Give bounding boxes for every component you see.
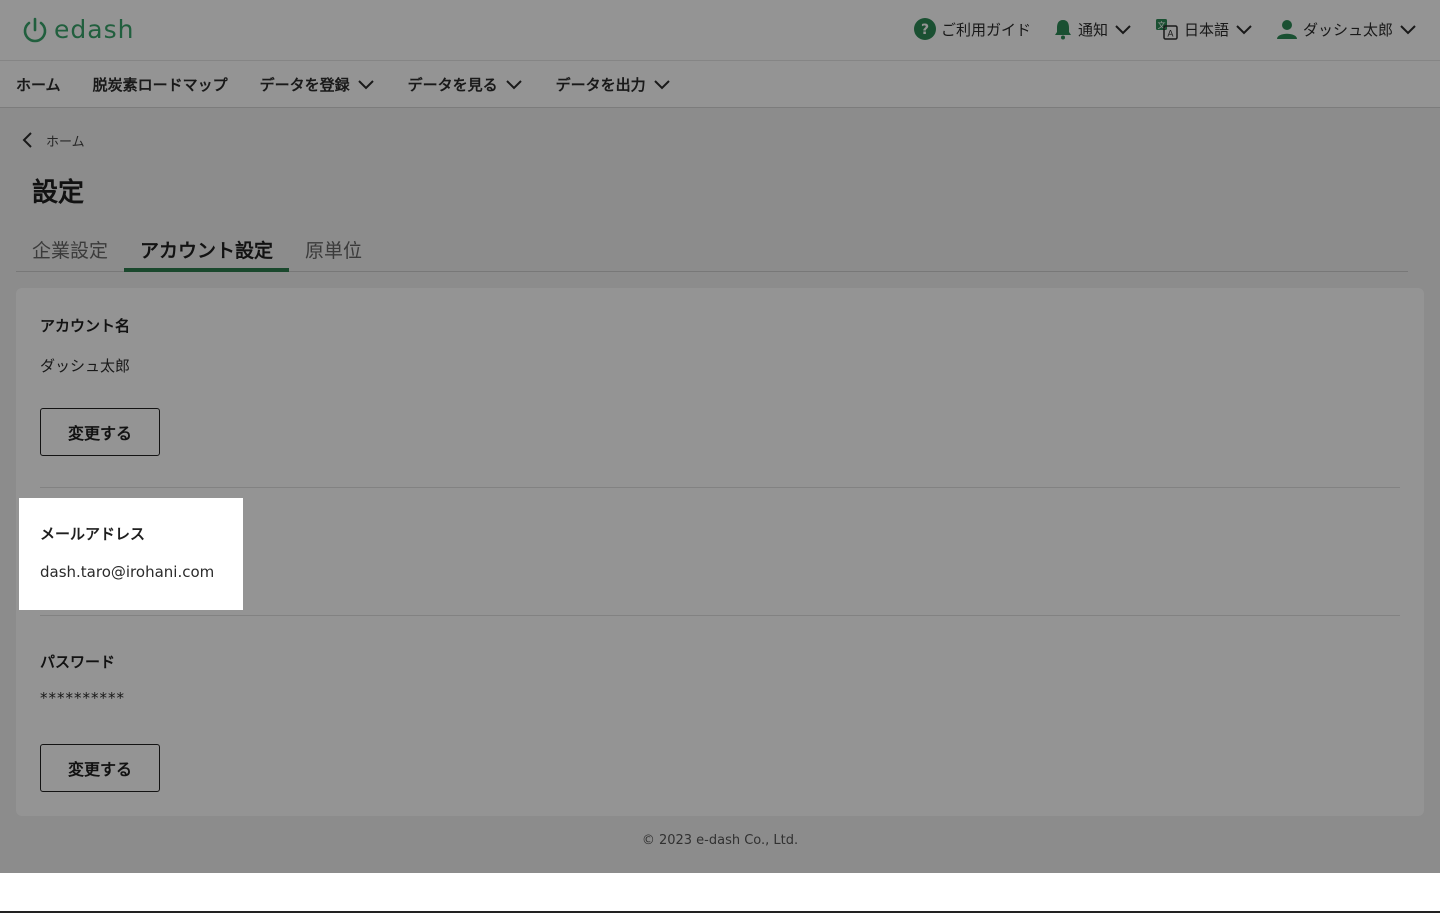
email-spotlight: メールアドレス dash.taro@irohani.com <box>19 498 243 610</box>
email-value: dash.taro@irohani.com <box>40 563 215 581</box>
bottom-area <box>0 873 1440 911</box>
email-label: メールアドレス <box>40 525 146 543</box>
dim-overlay <box>0 0 1440 873</box>
